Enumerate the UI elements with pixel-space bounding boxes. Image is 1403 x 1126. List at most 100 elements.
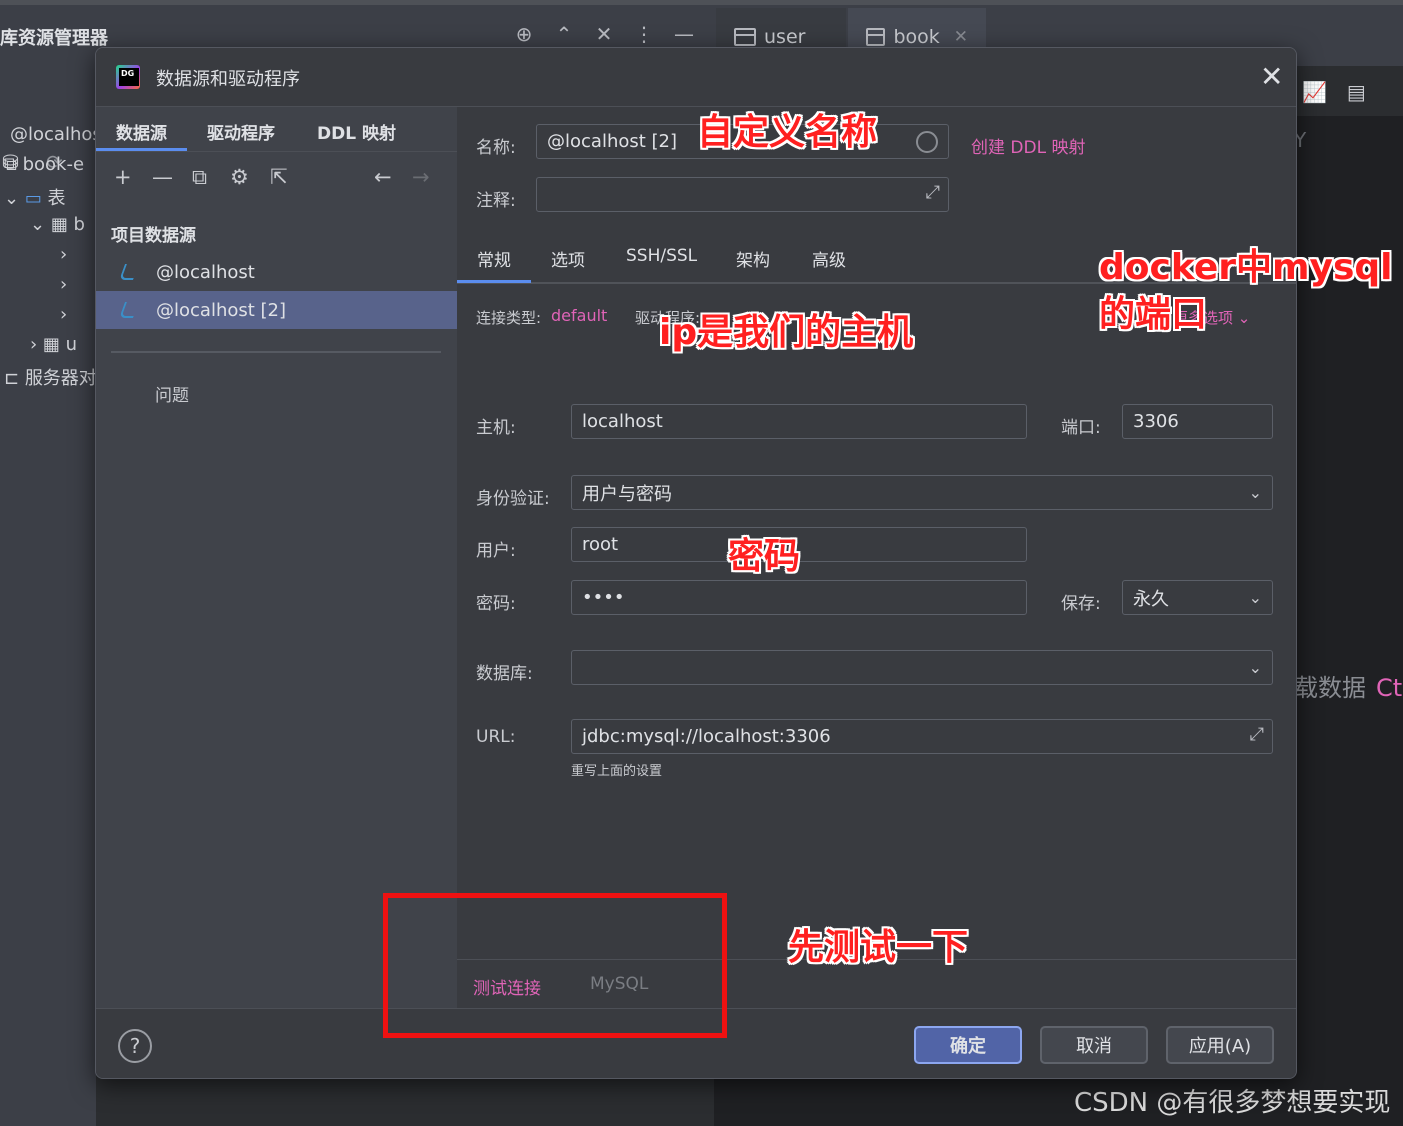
tab-datasources[interactable]: 数据源 bbox=[96, 119, 187, 151]
tree-item[interactable]: ⊏ 服务器对 bbox=[4, 364, 97, 390]
chevron-right-icon: › bbox=[60, 244, 68, 265]
tree-item[interactable]: ⌄ ▭ 表 bbox=[4, 184, 66, 210]
url-field[interactable]: jdbc:mysql://localhost:3306 ⤢ bbox=[571, 719, 1273, 754]
annotation-password: 密码 bbox=[728, 536, 801, 577]
mysql-icon bbox=[120, 262, 142, 282]
tree-item[interactable]: › ▦ u bbox=[30, 334, 77, 355]
dialog-sidebar: 数据源 驱动程序 DDL 映射 + — ⧉ ⚙ ⇱ ← → 项目数据源 @loc… bbox=[96, 106, 457, 1008]
dialog-title: 数据源和驱动程序 bbox=[156, 69, 300, 90]
tree-item[interactable]: › bbox=[60, 244, 67, 265]
password-label: 密码: bbox=[476, 594, 516, 614]
table-icon: ▦ bbox=[50, 214, 74, 235]
auth-select[interactable]: 用户与密码 ⌄ bbox=[571, 475, 1273, 510]
folder-icon: ▭ bbox=[24, 188, 48, 209]
port-field[interactable]: 3306 bbox=[1122, 404, 1273, 439]
load-data-hint: 载数据 Ct bbox=[1294, 674, 1403, 702]
close-icon[interactable]: ✕ bbox=[1260, 60, 1283, 93]
comment-field[interactable]: ⤢ bbox=[536, 177, 949, 212]
sidebar-divider bbox=[111, 351, 441, 353]
chevron-down-icon: ⌄ bbox=[1237, 309, 1251, 327]
dialog-header: 数据源和驱动程序 ✕ bbox=[96, 48, 1296, 106]
create-ddl-mapping-link[interactable]: 创建 DDL 映射 bbox=[971, 133, 1085, 158]
datasource-label: @localhost [2] bbox=[156, 299, 287, 321]
editor-tab-label: user bbox=[764, 26, 806, 48]
connection-type-value[interactable]: default bbox=[551, 306, 607, 325]
forward-arrow-icon[interactable]: → bbox=[412, 165, 430, 189]
minimize-icon[interactable]: — bbox=[672, 22, 696, 46]
host-label: 主机: bbox=[476, 418, 516, 438]
expand-icon[interactable]: ⌃ bbox=[552, 22, 576, 46]
crosshair-icon[interactable]: ⊕ bbox=[512, 22, 536, 46]
open-external-icon[interactable]: ⇱ bbox=[270, 165, 288, 189]
url-hint: 重写上面的设置 bbox=[571, 764, 663, 779]
tree-item[interactable]: ⧉ book-e bbox=[4, 154, 84, 175]
save-label: 保存: bbox=[1061, 594, 1101, 614]
annotation-docker-port-line2: 的端口 bbox=[1099, 294, 1208, 335]
annotation-ip-host: ip是我们的主机 bbox=[659, 312, 914, 353]
problems-item[interactable]: 问题 bbox=[155, 381, 189, 406]
auth-label: 身份验证: bbox=[476, 489, 550, 509]
host-field[interactable]: localhost bbox=[571, 404, 1027, 439]
expand-icon[interactable]: ⤢ bbox=[1250, 724, 1264, 745]
ok-button[interactable]: 确定 bbox=[914, 1026, 1022, 1064]
schema-icon: ⧉ bbox=[4, 154, 23, 175]
project-datasources-header: 项目数据源 bbox=[111, 226, 196, 246]
datasource-item[interactable]: @localhost bbox=[96, 253, 457, 291]
view-icon[interactable]: ▤ bbox=[1347, 80, 1366, 104]
tab-drivers[interactable]: 驱动程序 bbox=[207, 119, 275, 144]
back-arrow-icon[interactable]: ← bbox=[374, 165, 392, 189]
connection-type-label: 连接类型: bbox=[476, 309, 542, 327]
help-button[interactable]: ? bbox=[118, 1029, 152, 1063]
password-field[interactable]: •••• bbox=[571, 580, 1027, 615]
tab-ssh-ssl[interactable]: SSH/SSL bbox=[626, 246, 697, 266]
sidebar-toolbar: + — ⧉ ⚙ ⇱ ← → bbox=[114, 165, 444, 189]
annotation-highlight-box bbox=[383, 893, 727, 1038]
annotation-test-first: 先测试一下 bbox=[788, 927, 969, 968]
datagrip-logo-icon bbox=[116, 65, 140, 89]
explorer-title: 库资源管理器 bbox=[0, 28, 108, 49]
explorer-toolbar: ⊕ ⌃ ✕ ⋮ — bbox=[512, 22, 696, 46]
chevron-down-icon: ⌄ bbox=[1248, 588, 1262, 607]
tab-advanced[interactable]: 高级 bbox=[812, 246, 846, 271]
remove-icon[interactable]: — bbox=[152, 165, 173, 189]
tree-item[interactable]: ⌄ ▦ b bbox=[30, 214, 85, 235]
apply-button[interactable]: 应用(A) bbox=[1166, 1026, 1274, 1064]
server-icon: ⊏ bbox=[4, 368, 25, 389]
table-icon bbox=[866, 28, 886, 46]
cancel-button[interactable]: 取消 bbox=[1040, 1026, 1148, 1064]
sidebar-tabs: 数据源 驱动程序 DDL 映射 bbox=[96, 107, 457, 152]
table-icon bbox=[734, 28, 756, 46]
chevron-right-icon: › bbox=[30, 334, 43, 355]
collapse-icon[interactable]: ✕ bbox=[592, 22, 616, 46]
url-label: URL: bbox=[476, 727, 516, 747]
comment-label: 注释: bbox=[476, 191, 516, 211]
add-icon[interactable]: + bbox=[114, 165, 132, 189]
close-icon[interactable]: ✕ bbox=[954, 27, 968, 47]
tree-item[interactable]: › bbox=[60, 274, 67, 295]
annotation-docker-port: docker中mysql bbox=[1099, 247, 1393, 288]
color-picker-icon[interactable] bbox=[916, 131, 938, 153]
editor-tab-label: book bbox=[893, 26, 940, 48]
expand-icon[interactable]: ⤢ bbox=[926, 182, 940, 203]
table-icon: ▦ bbox=[42, 334, 66, 355]
tab-general[interactable]: 常规 bbox=[457, 246, 531, 283]
more-icon[interactable]: ⋮ bbox=[632, 22, 656, 46]
ide-top-strip bbox=[0, 0, 1403, 5]
tab-ddl-mappings[interactable]: DDL 映射 bbox=[317, 119, 396, 144]
tab-schemas[interactable]: 架构 bbox=[736, 246, 770, 271]
tree-item[interactable]: › bbox=[60, 304, 67, 325]
annotation-custom-name: 自定义名称 bbox=[697, 112, 878, 153]
chevron-down-icon: ⌄ bbox=[4, 188, 25, 209]
editor-toolbar-icons: 📈 ▤ bbox=[1302, 80, 1366, 104]
user-label: 用户: bbox=[476, 541, 516, 561]
datasource-item-selected[interactable]: @localhost [2] bbox=[96, 291, 457, 329]
gear-icon[interactable]: ⚙ bbox=[230, 165, 249, 189]
database-select[interactable]: ⌄ bbox=[571, 650, 1273, 685]
datasource-label: @localhost bbox=[156, 261, 255, 283]
save-select[interactable]: 永久 ⌄ bbox=[1122, 580, 1273, 615]
tree-item[interactable]: @localhos bbox=[10, 124, 102, 145]
mysql-icon bbox=[120, 300, 142, 320]
chart-icon[interactable]: 📈 bbox=[1302, 80, 1327, 104]
duplicate-icon[interactable]: ⧉ bbox=[192, 165, 207, 190]
tab-options[interactable]: 选项 bbox=[551, 246, 585, 271]
